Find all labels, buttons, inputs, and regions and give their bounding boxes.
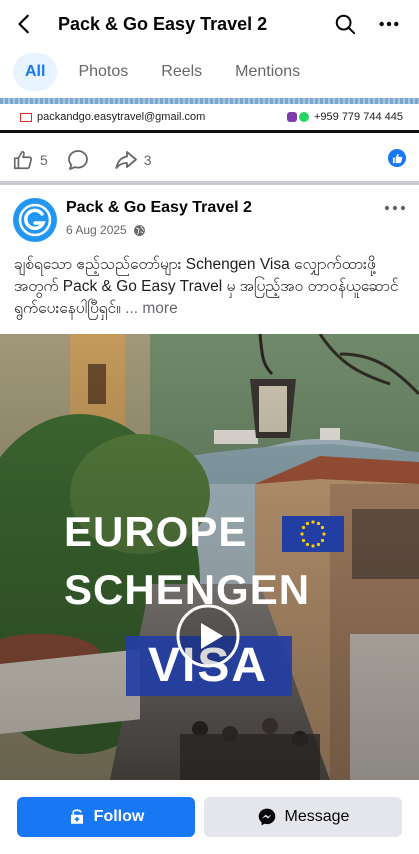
follow-icon bbox=[70, 809, 83, 824]
more-horizontal-icon bbox=[384, 205, 406, 211]
bottom-action-bar: Follow Message bbox=[0, 780, 419, 854]
tab-mentions[interactable]: Mentions bbox=[223, 53, 312, 91]
top-bar: Pack & Go Easy Travel 2 bbox=[0, 0, 419, 48]
like-button[interactable]: 5 bbox=[12, 149, 48, 171]
like-reaction-badge bbox=[388, 149, 406, 167]
banner-email: packandgo.easytravel@gmail.com bbox=[20, 111, 205, 123]
message-label: Message bbox=[284, 808, 350, 825]
globe-icon bbox=[133, 224, 145, 236]
post-options-button[interactable] bbox=[383, 198, 407, 218]
tab-photos[interactable]: Photos bbox=[66, 53, 140, 91]
banner-divider bbox=[0, 130, 419, 133]
play-button[interactable] bbox=[176, 604, 240, 668]
eu-stars-icon bbox=[300, 520, 326, 548]
eu-flag bbox=[282, 516, 344, 552]
share-count: 3 bbox=[143, 152, 152, 168]
share-button[interactable]: 3 bbox=[114, 148, 152, 172]
media-headline-1: EUROPE bbox=[64, 508, 248, 555]
more-horizontal-icon bbox=[379, 21, 399, 27]
post-date[interactable]: 6 Aug 2025 bbox=[66, 223, 127, 237]
post-caption-text: ချစ်ရသော ဧည့်သည်တော်များ Schengen Visa လ… bbox=[14, 256, 399, 317]
contact-banner: packandgo.easytravel@gmail.com +959 779 … bbox=[0, 98, 419, 136]
back-button[interactable] bbox=[0, 0, 50, 48]
follow-label: Follow bbox=[93, 808, 145, 825]
see-more-link[interactable]: ... more bbox=[125, 300, 178, 317]
page-logo-icon bbox=[18, 203, 52, 237]
comment-icon bbox=[67, 150, 88, 170]
whatsapp-icon bbox=[298, 112, 309, 123]
arrow-left-icon bbox=[18, 14, 29, 34]
post-author-name[interactable]: Pack & Go Easy Travel 2 bbox=[66, 199, 252, 217]
thumbs-up-icon bbox=[13, 150, 33, 170]
search-icon bbox=[335, 14, 356, 35]
mail-icon bbox=[20, 112, 32, 122]
post-caption: ချစ်ရသော ဧည့်သည်တော်များ Schengen Visa လ… bbox=[14, 254, 409, 320]
message-button[interactable]: Message bbox=[204, 797, 402, 837]
post-meta: 6 Aug 2025 bbox=[66, 223, 146, 237]
post-header: Pack & Go Easy Travel 2 6 Aug 2025 bbox=[0, 190, 419, 246]
banner-row: packandgo.easytravel@gmail.com +959 779 … bbox=[0, 104, 419, 130]
video-thumbnail bbox=[0, 334, 419, 780]
post-separator bbox=[0, 181, 419, 185]
reaction-bar: 5 3 bbox=[0, 140, 419, 180]
shade-overlay bbox=[0, 334, 419, 780]
like-count: 5 bbox=[40, 152, 48, 168]
search-button[interactable] bbox=[323, 0, 367, 48]
comment-button[interactable] bbox=[66, 148, 96, 172]
messenger-icon bbox=[258, 808, 275, 826]
tab-all[interactable]: All bbox=[13, 53, 58, 91]
banner-phone-text: +959 779 744 445 bbox=[313, 111, 403, 123]
post-video[interactable]: EUROPE SCHENGEN VISA bbox=[0, 334, 419, 780]
avatar[interactable] bbox=[13, 198, 57, 242]
thumbs-up-filled-icon bbox=[392, 153, 402, 163]
play-icon bbox=[176, 604, 240, 668]
filter-tabs: All Photos Reels Mentions bbox=[0, 50, 419, 94]
banner-email-text: packandgo.easytravel@gmail.com bbox=[37, 111, 206, 123]
more-button[interactable] bbox=[367, 0, 411, 48]
share-icon bbox=[115, 151, 137, 169]
follow-button[interactable]: Follow bbox=[17, 797, 195, 837]
viber-icon bbox=[286, 112, 297, 123]
banner-phone: +959 779 744 445 bbox=[286, 111, 403, 123]
tab-reels[interactable]: Reels bbox=[149, 53, 214, 91]
page-title: Pack & Go Easy Travel 2 bbox=[58, 13, 268, 34]
